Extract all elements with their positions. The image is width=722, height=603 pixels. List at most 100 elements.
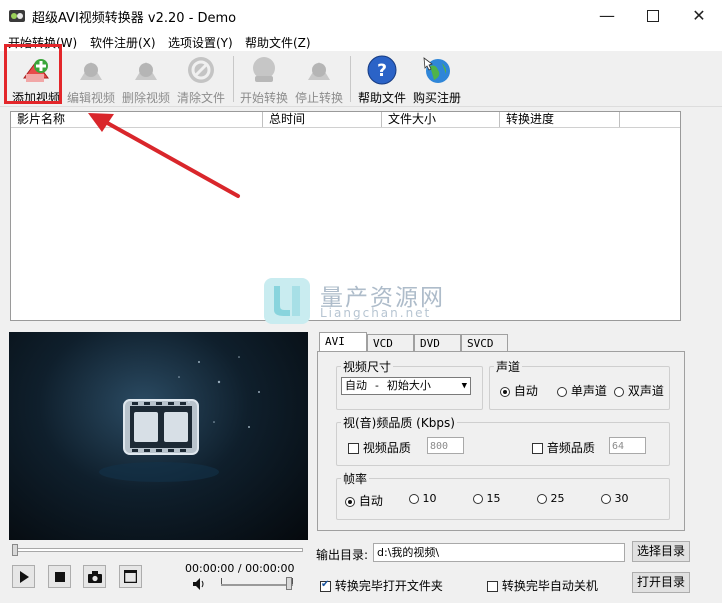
shutdown-after-label: 转换完毕自动关机 xyxy=(501,579,598,593)
help-button[interactable]: ? 帮助文件 xyxy=(354,53,410,105)
framerate-15-option[interactable]: 15 xyxy=(473,492,501,505)
open-after-checkbox[interactable]: 转换完毕打开文件夹 xyxy=(320,577,443,594)
tab-dvd[interactable]: DVD xyxy=(414,334,461,351)
edit-video-icon xyxy=(80,62,102,80)
radio-icon xyxy=(500,386,510,397)
framerate-25-label: 25 xyxy=(550,492,565,505)
framerate-label: 帧率 xyxy=(343,472,368,486)
framerate-auto-option[interactable]: 自动 xyxy=(345,492,383,509)
framerate-30-label: 30 xyxy=(614,492,629,505)
menu-register[interactable]: 软件注册(X) xyxy=(90,34,156,51)
checkbox-icon xyxy=(348,443,359,454)
framerate-25-option[interactable]: 25 xyxy=(537,492,565,505)
highlight-box xyxy=(4,44,62,104)
channel-auto-option[interactable]: 自动 xyxy=(500,382,538,399)
maximize-icon xyxy=(647,9,659,22)
tab-vcd[interactable]: VCD xyxy=(367,334,414,351)
stop-convert-button[interactable]: 停止转换 xyxy=(291,53,347,105)
audio-quality-label: 音频品质 xyxy=(546,441,595,455)
menu-help[interactable]: 帮助文件(Z) xyxy=(245,34,311,51)
column-size[interactable]: 文件大小 xyxy=(382,112,500,127)
channel-auto-label: 自动 xyxy=(513,384,538,398)
volume-thumb[interactable] xyxy=(286,577,292,590)
minimize-icon: — xyxy=(599,6,615,25)
minimize-button[interactable]: — xyxy=(584,0,630,31)
start-icon xyxy=(253,57,275,82)
checkbox-icon xyxy=(320,579,331,592)
clear-files-label: 清除文件 xyxy=(176,91,225,105)
watermark-logo xyxy=(264,278,310,324)
framerate-auto-label: 自动 xyxy=(358,494,383,508)
edit-video-label: 编辑视频 xyxy=(66,91,115,105)
annotation-arrow xyxy=(88,113,240,198)
chevron-down-icon: ▼ xyxy=(461,381,467,391)
output-dir-input[interactable]: d:\我的视频\ xyxy=(373,543,625,562)
radio-icon xyxy=(537,494,547,504)
video-quality-input[interactable]: 800 xyxy=(427,437,464,454)
stop-square-icon xyxy=(54,571,65,582)
close-button[interactable]: ✕ xyxy=(676,0,722,31)
channel-stereo-option[interactable]: 双声道 xyxy=(614,382,664,399)
video-quality-checkbox[interactable]: 视频品质 xyxy=(348,439,411,456)
radio-icon xyxy=(473,494,483,504)
column-progress[interactable]: 转换进度 xyxy=(500,112,620,127)
checkbox-icon xyxy=(487,581,498,592)
buy-register-button[interactable]: 购买注册 xyxy=(409,53,465,105)
menu-options[interactable]: 选项设置(Y) xyxy=(168,34,233,51)
volume-track[interactable] xyxy=(221,584,293,586)
delete-video-label: 删除视频 xyxy=(121,91,170,105)
start-convert-button[interactable]: 开始转换 xyxy=(236,53,292,105)
framerate-10-option[interactable]: 10 xyxy=(409,492,437,505)
edit-video-button[interactable]: 编辑视频 xyxy=(63,53,119,105)
help-icon: ? xyxy=(367,55,397,85)
video-quality-label: 视频品质 xyxy=(362,441,411,455)
fullscreen-icon xyxy=(124,570,137,583)
snapshot-button[interactable] xyxy=(83,565,106,588)
radio-icon xyxy=(345,496,355,507)
toolbar-separator xyxy=(350,56,351,102)
volume-icon[interactable] xyxy=(192,577,206,591)
help-label: 帮助文件 xyxy=(357,91,406,105)
channel-mono-option[interactable]: 单声道 xyxy=(557,382,607,399)
radio-icon xyxy=(614,386,624,397)
audio-quality-input[interactable]: 64 xyxy=(609,437,646,454)
stop-convert-label: 停止转换 xyxy=(294,91,343,105)
video-size-label: 视频尺寸 xyxy=(343,360,392,374)
svg-text:?: ? xyxy=(377,61,387,81)
tab-svcd[interactable]: SVCD xyxy=(461,334,508,351)
stop-icon xyxy=(308,62,330,80)
watermark-url: Liangchan.net xyxy=(320,306,432,320)
select-dir-button[interactable]: 选择目录 xyxy=(632,541,690,562)
clear-files-button[interactable]: 清除文件 xyxy=(173,53,229,105)
video-size-select[interactable]: 自动 - 初始大小 ▼ xyxy=(341,377,471,395)
column-duration[interactable]: 总时间 xyxy=(263,112,382,127)
film-reel-icon xyxy=(99,356,260,482)
video-preview xyxy=(9,332,308,540)
buy-register-label: 购买注册 xyxy=(412,91,461,105)
radio-icon xyxy=(601,494,611,504)
delete-video-button[interactable]: 删除视频 xyxy=(118,53,174,105)
tab-avi[interactable]: AVI xyxy=(319,332,367,352)
play-button[interactable] xyxy=(12,565,35,588)
shutdown-after-checkbox[interactable]: 转换完毕自动关机 xyxy=(487,577,598,594)
globe-icon xyxy=(423,57,450,83)
seek-track[interactable] xyxy=(13,548,303,552)
channel-mono-label: 单声道 xyxy=(570,384,607,398)
start-convert-label: 开始转换 xyxy=(239,91,288,105)
open-dir-button[interactable]: 打开目录 xyxy=(632,572,690,593)
seek-thumb[interactable] xyxy=(12,544,18,556)
camera-icon xyxy=(87,570,102,583)
radio-icon xyxy=(409,494,419,504)
clear-icon xyxy=(188,57,214,83)
output-dir-label: 输出目录: xyxy=(316,548,369,562)
time-display: 00:00:00 / 00:00:00 xyxy=(185,562,295,575)
stop-button[interactable] xyxy=(48,565,71,588)
fullscreen-button[interactable] xyxy=(119,565,142,588)
audio-quality-checkbox[interactable]: 音频品质 xyxy=(532,439,595,456)
framerate-30-option[interactable]: 30 xyxy=(601,492,629,505)
channel-label: 声道 xyxy=(496,360,521,374)
framerate-10-label: 10 xyxy=(422,492,437,505)
channel-stereo-label: 双声道 xyxy=(627,384,664,398)
maximize-button[interactable] xyxy=(630,0,676,31)
volume-tick xyxy=(221,578,222,584)
